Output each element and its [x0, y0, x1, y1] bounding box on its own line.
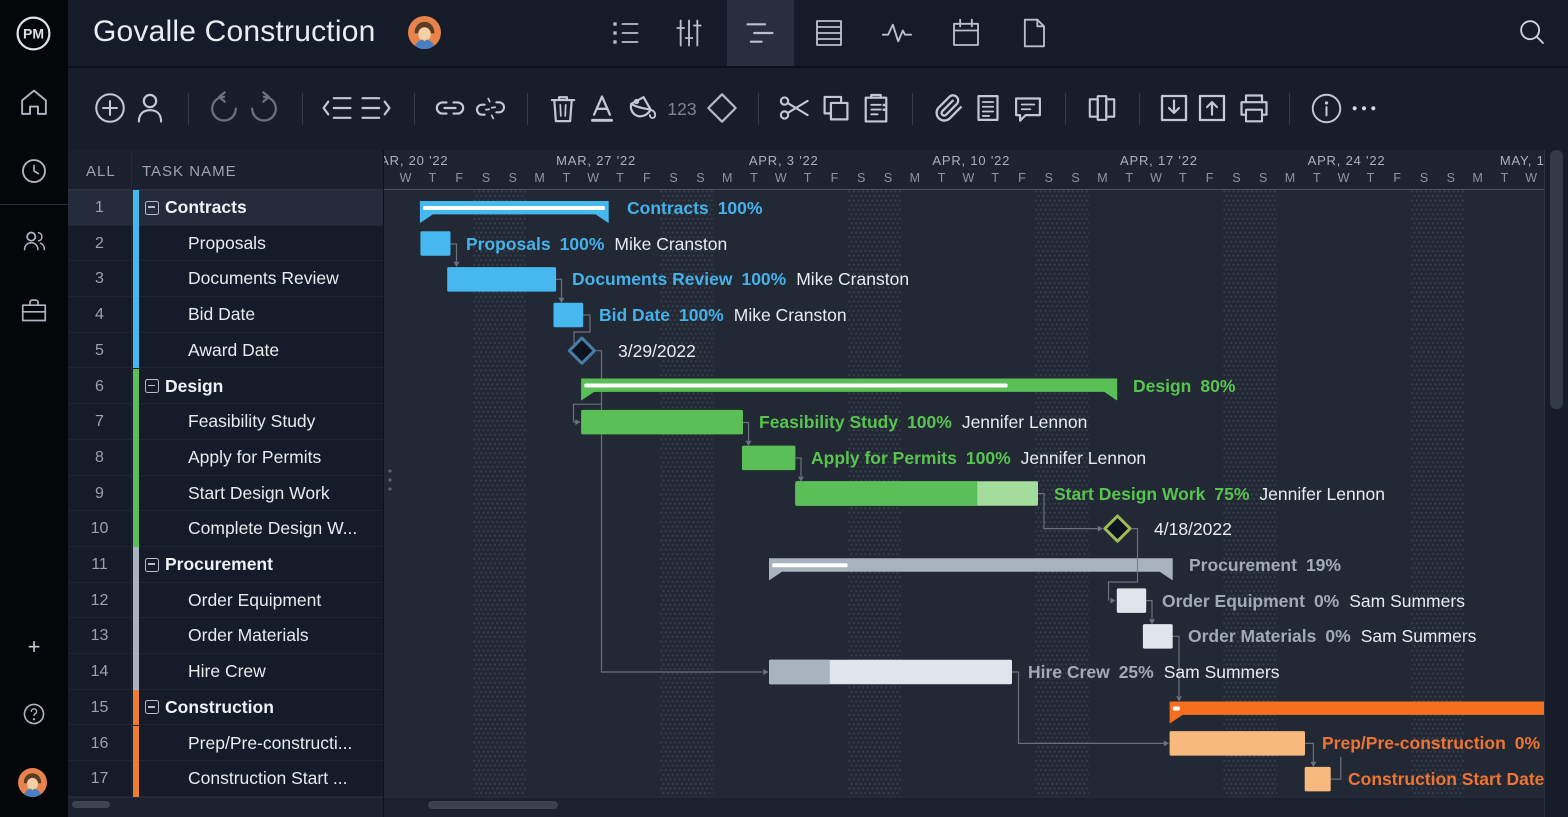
svg-text:PM: PM: [23, 25, 44, 41]
